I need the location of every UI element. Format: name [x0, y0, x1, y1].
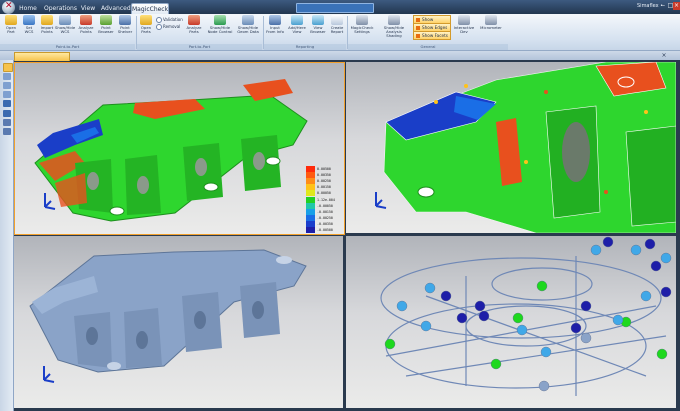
import-icon: [41, 15, 53, 25]
open-parts-button[interactable]: Open Parts: [136, 15, 156, 34]
magnifier-icon: [458, 15, 470, 25]
add-here-view-button[interactable]: Add/Here View: [287, 15, 307, 34]
document-tab[interactable]: [14, 52, 70, 61]
geometry-icon: [242, 15, 254, 25]
legend-swatch: [306, 166, 315, 173]
show-facets-option[interactable]: Show Facets: [413, 31, 451, 40]
import-points-button[interactable]: Import Points: [37, 15, 57, 34]
camera-icon: [291, 15, 303, 25]
micrometer-button[interactable]: Micrometer: [478, 15, 504, 30]
show-hide-geom-data-button[interactable]: Show/Hide Geom Data: [235, 15, 261, 34]
part-deviation-zoom-render: [383, 62, 676, 233]
viewport-deviation-detail[interactable]: [346, 62, 676, 233]
zoom-tool-icon[interactable]: [3, 91, 11, 98]
axis-triad-icon: [43, 366, 55, 383]
analyze-points-button[interactable]: Analyze Points: [76, 15, 96, 34]
wcs-icon: [23, 15, 35, 25]
analyze-icon: [188, 15, 200, 25]
group-label-reporting: Reporting: [264, 44, 346, 50]
point-cloud-render: [380, 236, 672, 396]
legend-swatch: [306, 178, 315, 185]
legend-swatch: [306, 196, 315, 203]
viewport-measurement-points[interactable]: [346, 236, 676, 408]
outline-icon: [416, 18, 420, 22]
tab-home[interactable]: Home: [19, 3, 37, 14]
magiccheck-settings-button[interactable]: MagicCheck Settings: [348, 15, 376, 34]
point-shelver-button[interactable]: Point Shelver: [115, 15, 135, 34]
part-mesh-render: [29, 249, 307, 373]
interactive-dev-button[interactable]: Interactive Dev: [452, 15, 476, 34]
removal-radio[interactable]: Removal: [156, 24, 180, 30]
legend-swatch: [306, 172, 315, 179]
group-label-point-to-part: Point-to-Part: [0, 44, 135, 50]
analyze-parts-button[interactable]: Analyze Parts: [184, 15, 204, 34]
axis-triad-icon: [375, 192, 387, 209]
point-browser-button[interactable]: Point Browser: [96, 15, 116, 34]
input-from-info-button[interactable]: Input From Info: [265, 15, 285, 34]
list-icon: [312, 15, 324, 25]
report-icon: [331, 15, 343, 25]
node-icon: [214, 15, 226, 25]
document-tab-strip: [0, 51, 680, 60]
select-tool-icon[interactable]: [3, 63, 13, 72]
tab-operations[interactable]: Operations: [44, 3, 77, 14]
legend-swatch: [306, 184, 315, 191]
fit-view-icon[interactable]: [3, 100, 11, 107]
legend-swatch: [306, 214, 315, 221]
open-part-button[interactable]: Open Part: [1, 15, 21, 34]
analyze-icon: [80, 15, 92, 25]
create-report-button[interactable]: Create Report: [327, 15, 347, 34]
legend-swatch: [306, 220, 315, 227]
view-cube-icon[interactable]: [3, 110, 11, 117]
app-menu-button[interactable]: ✕: [2, 1, 15, 14]
facets-icon: [416, 34, 420, 38]
pan-tool-icon[interactable]: [3, 82, 11, 89]
edges-icon: [416, 26, 420, 30]
deviation-legend: 0.00500 0.00350 0.00250 0.00150 0.00050 …: [306, 166, 344, 233]
browser-icon: [100, 15, 112, 25]
group-label-part-to-part: Part-to-Part: [137, 44, 262, 50]
show-hide-wcs-button[interactable]: Show/Hide WCS: [55, 15, 75, 34]
micrometer-icon: [485, 15, 497, 25]
shading-icon: [388, 15, 400, 25]
tab-advanced[interactable]: Advanced: [101, 3, 131, 14]
legend-swatch: [306, 202, 315, 209]
input-icon: [269, 15, 281, 25]
group-label-general: General: [348, 44, 508, 50]
minimize-button[interactable]: –: [660, 2, 667, 10]
app-logo-icon: ✕: [5, 1, 13, 11]
axes-icon: [59, 15, 71, 25]
validation-radio[interactable]: Validation: [156, 17, 183, 23]
folder-icon: [5, 15, 17, 25]
rotate-tool-icon[interactable]: [3, 73, 11, 80]
gear-icon: [356, 15, 368, 25]
legend-swatch: [306, 208, 315, 215]
close-document-button[interactable]: ×: [660, 52, 668, 59]
radio-icon: [156, 17, 162, 23]
folder-icon: [140, 15, 152, 25]
radio-icon: [156, 24, 162, 30]
legend-swatch: [306, 190, 315, 197]
tab-view[interactable]: View: [79, 3, 97, 14]
legend-swatch: [306, 226, 315, 233]
show-hide-node-control-button[interactable]: Show/Hide Node Control: [207, 15, 233, 34]
close-window-button[interactable]: ×: [673, 2, 680, 10]
legend-row: -0.00500: [306, 226, 344, 233]
axis-triad-icon: [44, 193, 56, 210]
set-wcs-button[interactable]: Set WCS: [19, 15, 39, 34]
document-title-bar: [296, 3, 374, 13]
measure-tool-icon[interactable]: [3, 128, 11, 135]
move-tool-icon[interactable]: [3, 119, 11, 126]
viewport-nominal-part[interactable]: [14, 236, 343, 408]
analysis-shading-button[interactable]: Show/Hide Analysis Shading: [378, 15, 410, 39]
view-browser-button[interactable]: View Browser: [308, 15, 328, 34]
shelf-icon: [119, 15, 131, 25]
viewport-deviation-overview[interactable]: 0.00500 0.00350 0.00250 0.00150 0.00050 …: [14, 62, 345, 235]
part-deviation-render: [34, 79, 308, 222]
